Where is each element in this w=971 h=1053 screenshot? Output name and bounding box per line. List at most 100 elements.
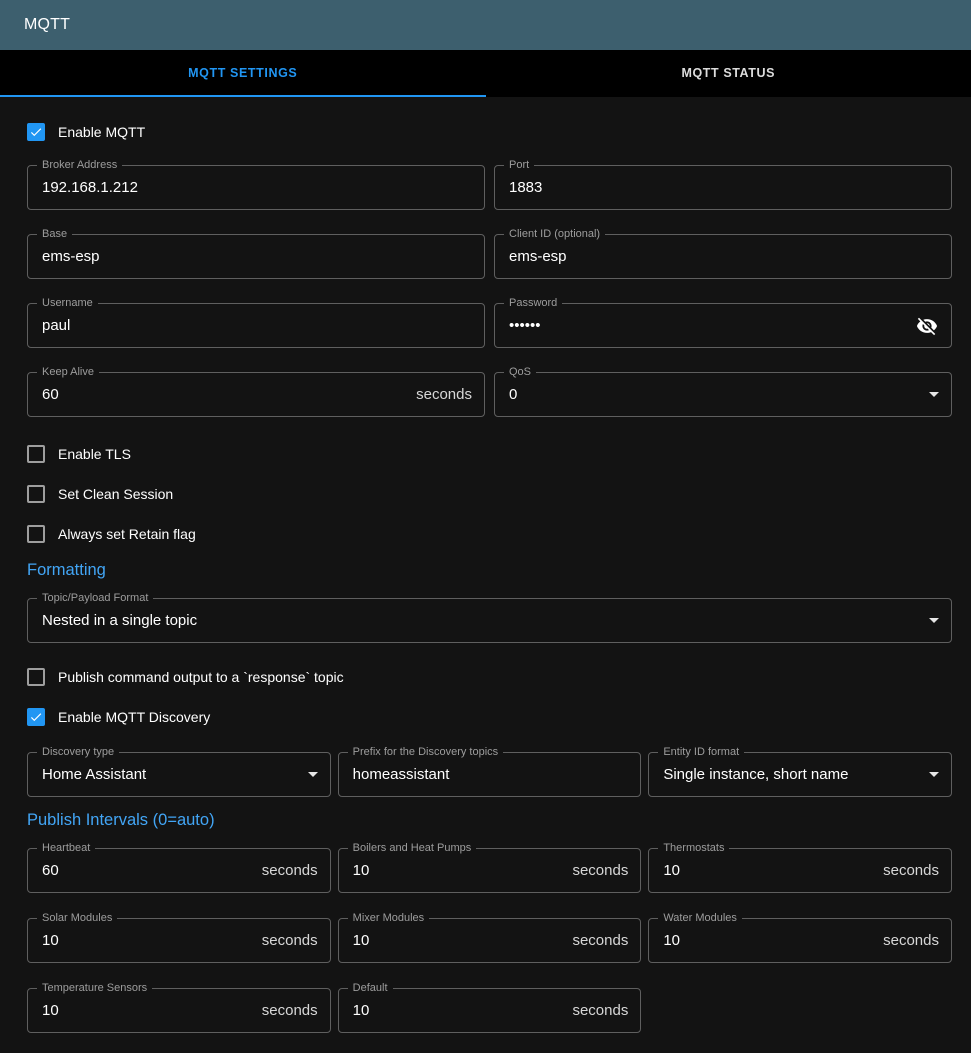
entity-id-format-select[interactable]: Entity ID format Single instance, short … bbox=[648, 752, 952, 797]
field-label: Thermostats bbox=[658, 842, 729, 855]
base-field: Base bbox=[27, 234, 485, 279]
formatting-section-heading: Formatting bbox=[27, 561, 952, 580]
unit-suffix: seconds bbox=[572, 862, 628, 879]
qos-select[interactable]: QoS 0 bbox=[494, 372, 952, 417]
field-label: Mixer Modules bbox=[348, 912, 430, 925]
checkbox-icon bbox=[27, 445, 45, 463]
field-label: Entity ID format bbox=[658, 746, 744, 759]
retain-flag-checkbox[interactable]: Always set Retain flag bbox=[27, 521, 952, 547]
settings-form: Enable MQTT Broker Address Port Base Cli… bbox=[0, 97, 971, 1053]
water-interval-input[interactable] bbox=[661, 932, 875, 949]
clean-session-checkbox[interactable]: Set Clean Session bbox=[27, 481, 952, 507]
field-label: QoS bbox=[504, 366, 536, 379]
unit-suffix: seconds bbox=[883, 862, 939, 879]
app-header: MQTT bbox=[0, 0, 971, 50]
keep-alive-field: Keep Alive seconds bbox=[27, 372, 485, 417]
discovery-prefix-input[interactable] bbox=[351, 766, 629, 783]
water-interval-field: Water Modules seconds bbox=[648, 918, 952, 963]
publish-response-checkbox[interactable]: Publish command output to a `response` t… bbox=[27, 664, 952, 690]
checkbox-label: Always set Retain flag bbox=[58, 526, 196, 542]
checkbox-icon bbox=[27, 708, 45, 726]
chevron-down-icon bbox=[929, 618, 939, 623]
broker-address-field: Broker Address bbox=[27, 165, 485, 210]
keep-alive-input[interactable] bbox=[40, 386, 408, 403]
client-id-input[interactable] bbox=[507, 248, 939, 265]
unit-suffix: seconds bbox=[262, 932, 318, 949]
checkbox-icon bbox=[27, 485, 45, 503]
field-label: Broker Address bbox=[37, 159, 122, 172]
select-value: 0 bbox=[507, 386, 921, 403]
select-value: Nested in a single topic bbox=[40, 612, 921, 629]
mixer-interval-input[interactable] bbox=[351, 932, 565, 949]
heartbeat-field: Heartbeat seconds bbox=[27, 848, 331, 893]
password-field: Password bbox=[494, 303, 952, 348]
unit-suffix: seconds bbox=[262, 1002, 318, 1019]
default-interval-field: Default seconds bbox=[338, 988, 642, 1033]
unit-suffix: seconds bbox=[262, 862, 318, 879]
field-label: Water Modules bbox=[658, 912, 742, 925]
client-id-field: Client ID (optional) bbox=[494, 234, 952, 279]
page-title: MQTT bbox=[24, 16, 70, 34]
thermostats-interval-input[interactable] bbox=[661, 862, 875, 879]
default-interval-input[interactable] bbox=[351, 1002, 565, 1019]
mixer-interval-field: Mixer Modules seconds bbox=[338, 918, 642, 963]
thermostats-interval-field: Thermostats seconds bbox=[648, 848, 952, 893]
checkbox-icon bbox=[27, 668, 45, 686]
tab-label: MQTT STATUS bbox=[681, 66, 775, 80]
topic-format-select[interactable]: Topic/Payload Format Nested in a single … bbox=[27, 598, 952, 643]
checkbox-icon bbox=[27, 123, 45, 141]
field-label: Default bbox=[348, 982, 393, 995]
field-label: Port bbox=[504, 159, 534, 172]
spacer bbox=[648, 988, 952, 1033]
broker-address-input[interactable] bbox=[40, 179, 472, 196]
port-field: Port bbox=[494, 165, 952, 210]
chevron-down-icon bbox=[929, 772, 939, 777]
username-input[interactable] bbox=[40, 317, 472, 334]
tab-label: MQTT SETTINGS bbox=[188, 66, 297, 80]
unit-suffix: seconds bbox=[572, 932, 628, 949]
checkbox-label: Publish command output to a `response` t… bbox=[58, 669, 344, 685]
heartbeat-input[interactable] bbox=[40, 862, 254, 879]
discovery-type-select[interactable]: Discovery type Home Assistant bbox=[27, 752, 331, 797]
field-label: Temperature Sensors bbox=[37, 982, 152, 995]
field-label: Username bbox=[37, 297, 98, 310]
field-label: Base bbox=[37, 228, 72, 241]
base-input[interactable] bbox=[40, 248, 472, 265]
checkbox-label: Enable MQTT bbox=[58, 124, 145, 140]
enable-mqtt-checkbox[interactable]: Enable MQTT bbox=[27, 119, 952, 145]
publish-intervals-heading: Publish Intervals (0=auto) bbox=[27, 811, 952, 830]
enable-tls-checkbox[interactable]: Enable TLS bbox=[27, 441, 952, 467]
select-value: Home Assistant bbox=[40, 766, 300, 783]
field-label: Solar Modules bbox=[37, 912, 117, 925]
temperature-sensors-interval-field: Temperature Sensors seconds bbox=[27, 988, 331, 1033]
boilers-interval-field: Boilers and Heat Pumps seconds bbox=[338, 848, 642, 893]
select-value: Single instance, short name bbox=[661, 766, 921, 783]
checkbox-label: Enable TLS bbox=[58, 446, 131, 462]
solar-interval-field: Solar Modules seconds bbox=[27, 918, 331, 963]
enable-discovery-checkbox[interactable]: Enable MQTT Discovery bbox=[27, 704, 952, 730]
tab-mqtt-settings[interactable]: MQTT SETTINGS bbox=[0, 50, 486, 97]
unit-suffix: seconds bbox=[883, 932, 939, 949]
tab-mqtt-status[interactable]: MQTT STATUS bbox=[486, 50, 971, 97]
checkbox-label: Enable MQTT Discovery bbox=[58, 709, 210, 725]
chevron-down-icon bbox=[308, 772, 318, 777]
field-label: Prefix for the Discovery topics bbox=[348, 746, 504, 759]
chevron-down-icon bbox=[929, 392, 939, 397]
field-label: Discovery type bbox=[37, 746, 119, 759]
field-label: Password bbox=[504, 297, 562, 310]
field-label: Topic/Payload Format bbox=[37, 592, 153, 605]
boilers-interval-input[interactable] bbox=[351, 862, 565, 879]
solar-interval-input[interactable] bbox=[40, 932, 254, 949]
password-input[interactable] bbox=[507, 317, 907, 334]
unit-suffix: seconds bbox=[572, 1002, 628, 1019]
unit-suffix: seconds bbox=[416, 386, 472, 403]
username-field: Username bbox=[27, 303, 485, 348]
temperature-sensors-interval-input[interactable] bbox=[40, 1002, 254, 1019]
field-label: Heartbeat bbox=[37, 842, 95, 855]
visibility-off-icon[interactable] bbox=[915, 314, 939, 338]
checkbox-label: Set Clean Session bbox=[58, 486, 173, 502]
port-input[interactable] bbox=[507, 179, 939, 196]
tab-bar: MQTT SETTINGS MQTT STATUS bbox=[0, 50, 971, 97]
field-label: Boilers and Heat Pumps bbox=[348, 842, 477, 855]
field-label: Client ID (optional) bbox=[504, 228, 605, 241]
